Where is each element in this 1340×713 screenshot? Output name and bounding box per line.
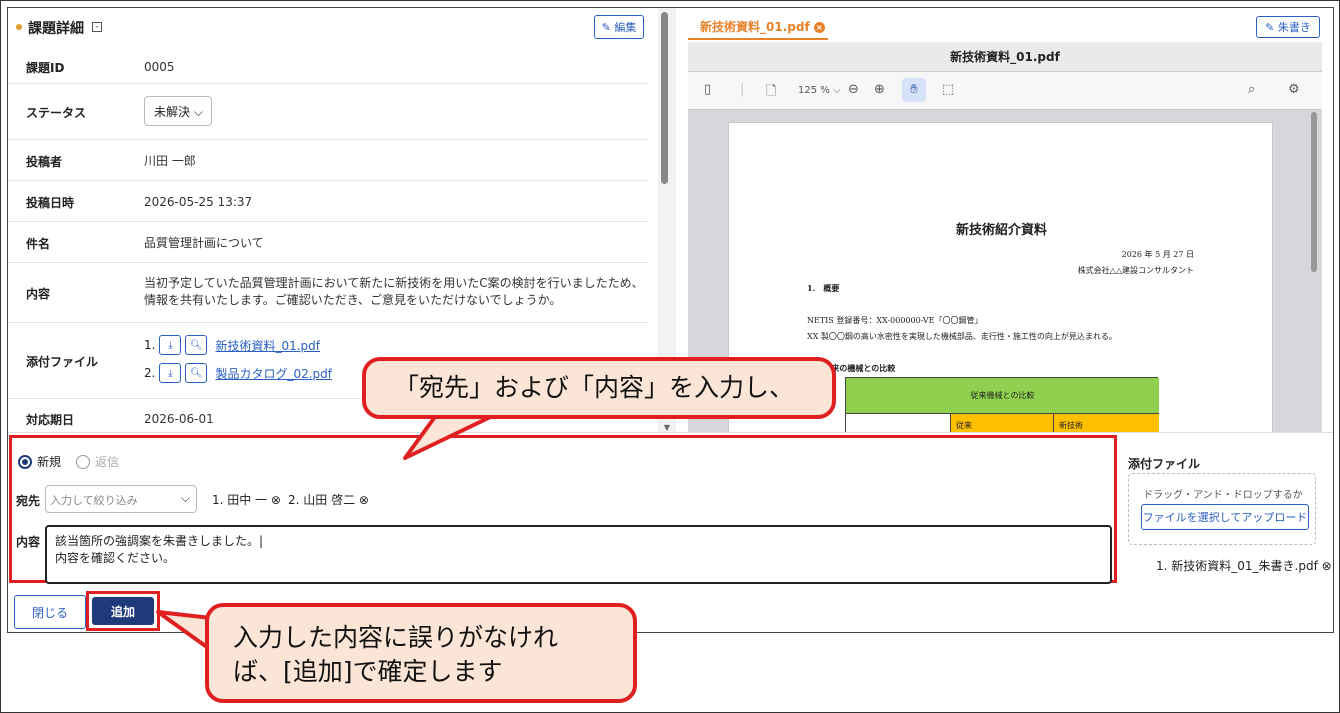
- add-button[interactable]: 追加: [92, 597, 154, 625]
- value-due-date: 2026-06-01: [144, 412, 214, 426]
- tab-close-icon[interactable]: ×: [813, 22, 825, 33]
- attachment-number: 1.: [144, 338, 156, 352]
- row-post-date: 投稿日時 2026-05-25 13:37: [8, 181, 648, 222]
- attachment-number: 2.: [144, 366, 156, 380]
- callout-input-instruction: 「宛先」および「内容」を入力し、: [362, 357, 836, 419]
- row-issue-id: 課題ID 0005: [8, 48, 648, 84]
- row-poster: 投稿者 川田 一郎: [8, 140, 648, 181]
- recipient-chip[interactable]: 1. 田中 一 ⊗: [212, 491, 281, 508]
- preview-search-icon[interactable]: 🔍︎: [185, 363, 208, 383]
- zoom-out-icon[interactable]: ⊖: [848, 82, 859, 97]
- scroll-down-arrow-icon[interactable]: ▼: [658, 423, 676, 432]
- callout-top-text: 「宛先」および「内容」を入力し、: [394, 373, 795, 402]
- row-subject: 件名 品質管理計画について: [8, 222, 648, 263]
- bullet-icon: [16, 24, 22, 30]
- edit-button[interactable]: ✎ 編集: [594, 15, 644, 39]
- radio-new-label: 新規: [37, 455, 62, 469]
- radio-unselected-icon[interactable]: [76, 454, 90, 469]
- doc-date: 2026 年 5 月 27 日: [1121, 250, 1194, 259]
- dest-placeholder: 入力して絞り込み: [50, 494, 138, 507]
- row-content: 内容 当初予定していた品質管理計画において新たに新技術を用いたC案の検討を行いま…: [8, 263, 648, 323]
- zoom-in-icon[interactable]: ⊕: [874, 82, 885, 97]
- preview-search-icon[interactable]: 🔍︎: [185, 335, 208, 355]
- upload-button[interactable]: ファイルを選択してアップロード: [1141, 504, 1309, 530]
- sidebar-toggle-icon[interactable]: ▯: [704, 82, 711, 97]
- hand-tool-icon[interactable]: ✋︎: [902, 78, 926, 102]
- chevron-down-icon[interactable]: ⌵: [181, 491, 190, 506]
- download-icon[interactable]: ⤓: [159, 363, 182, 383]
- attached-file-item[interactable]: 1. 新技術資料_01_朱書き.pdf ⊗: [1156, 557, 1332, 574]
- select-area-icon[interactable]: ⬚: [942, 82, 954, 97]
- scrollbar-thumb[interactable]: [661, 12, 668, 184]
- attachment-title: 添付ファイル: [1128, 457, 1201, 471]
- dest-label: 宛先: [16, 494, 41, 508]
- doc-heading: 新技術紹介資料: [955, 223, 1047, 238]
- radio-selected-icon[interactable]: [18, 454, 32, 469]
- callout-add-instruction: 入力した内容に誤りがなけれ ば、[追加]で確定します: [205, 603, 637, 703]
- value-poster: 川田 一郎: [144, 154, 196, 168]
- label-attachments: 添付ファイル: [26, 355, 99, 369]
- gear-icon[interactable]: ⚙: [1288, 82, 1300, 97]
- dest-select[interactable]: 入力して絞り込み ⌵: [45, 485, 197, 513]
- doc-section-1: 1. 概要: [807, 283, 840, 293]
- callout-bottom-line1: 入力した内容に誤りがなけれ: [233, 623, 559, 652]
- highlight-box-add: 追加: [86, 591, 160, 631]
- radio-reply-label: 返信: [95, 455, 120, 469]
- value-subject: 品質管理計画について: [144, 236, 264, 250]
- label-content: 内容: [26, 287, 51, 301]
- pdf-scrollbar[interactable]: [1311, 112, 1317, 272]
- comment-form: 新規 返信 宛先 入力して絞り込み ⌵ 1. 田中 一 ⊗ 2. 山田 啓二 ⊗…: [8, 432, 1333, 632]
- table-header: 従来機械との比較: [846, 378, 1159, 414]
- attachment-link[interactable]: 新技術資料_01.pdf: [215, 337, 320, 354]
- value-content-line1: 当初予定していた品質管理計画において新たに新技術を用いたC案の検討を行いましたた…: [144, 276, 644, 290]
- file-dropzone[interactable]: ドラッグ・アンド・ドロップするか ファイルを選択してアップロード: [1128, 473, 1316, 545]
- value-issue-id: 0005: [144, 60, 175, 74]
- tab-pdf-file[interactable]: 新技術資料_01.pdf ×: [688, 18, 828, 40]
- content-label: 内容: [16, 535, 41, 549]
- label-due-date: 対応期日: [26, 413, 75, 427]
- toolbar-divider: |: [740, 82, 745, 97]
- markup-button[interactable]: ✎ 朱書き: [1256, 16, 1320, 38]
- page-icon[interactable]: 🗋︎: [766, 82, 776, 104]
- table-col-new: 新技術: [1054, 414, 1159, 432]
- doc-table: 従来機械との比較 従来 新技術: [845, 377, 1159, 432]
- radio-reply[interactable]: 返信: [76, 453, 119, 470]
- close-button[interactable]: 閉じる: [14, 595, 86, 629]
- label-subject: 件名: [26, 237, 51, 251]
- attachment-link[interactable]: 製品カタログ_02.pdf: [215, 365, 332, 382]
- issue-detail-header: 課題詳細 - ✎ 編集: [8, 8, 658, 48]
- search-icon[interactable]: ⌕: [1248, 82, 1255, 97]
- pdf-toolbar: ▯ | 🗋︎ 125 % ⌵ ⊖ ⊕ ✋︎ ⬚ ⌕ ⚙: [688, 72, 1322, 110]
- doc-line-desc: XX 製〇〇鋼の高い水密性を実現した機械部品、走行性・施工性の向上が見込まれる。: [807, 332, 1117, 341]
- value-post-date: 2026-05-25 13:37: [144, 195, 253, 209]
- panel-title: 課題詳細: [28, 21, 84, 37]
- zoom-select[interactable]: 125 % ⌵: [798, 85, 841, 96]
- tab-label: 新技術資料_01.pdf: [700, 20, 810, 34]
- download-icon[interactable]: ⤓: [159, 335, 182, 355]
- attachment-item: 2. ⤓ 🔍︎ 製品カタログ_02.pdf: [144, 363, 332, 383]
- label-poster: 投稿者: [26, 155, 63, 169]
- app-window: 課題詳細 - ✎ 編集 課題ID 0005 ステータス 未解決 ⌵ 投稿者 川田…: [7, 7, 1334, 633]
- label-post-date: 投稿日時: [26, 196, 75, 210]
- value-content-line2: 情報を共有いたします。ご確認いただき、ご意見をいただけないでしょうか。: [144, 293, 562, 307]
- radio-new[interactable]: 新規: [18, 453, 61, 470]
- doc-line-netis: NETIS 登録番号：XX-000000-VE「〇〇鋼管」: [807, 316, 983, 325]
- status-select[interactable]: 未解決 ⌵: [144, 96, 212, 126]
- collapse-icon[interactable]: -: [92, 22, 102, 32]
- label-issue-id: 課題ID: [26, 61, 65, 75]
- label-status: ステータス: [26, 106, 87, 120]
- content-textarea[interactable]: 該当箇所の強調案を朱書きしました。| 内容を確認ください。: [45, 525, 1112, 584]
- dropzone-text: ドラッグ・アンド・ドロップするか: [1143, 490, 1303, 501]
- attachment-item: 1. ⤓ 🔍︎ 新技術資料_01.pdf: [144, 335, 320, 355]
- doc-company: 株式会社△△建設コンサルタント: [1077, 266, 1194, 275]
- recipient-chip[interactable]: 2. 山田 啓二 ⊗: [288, 491, 369, 508]
- row-status: ステータス 未解決 ⌵: [8, 84, 648, 140]
- pdf-title: 新技術資料_01.pdf: [688, 42, 1322, 72]
- callout-bottom-line2: ば、[追加]で確定します: [233, 657, 503, 686]
- table-col-old: 従来: [950, 414, 1054, 432]
